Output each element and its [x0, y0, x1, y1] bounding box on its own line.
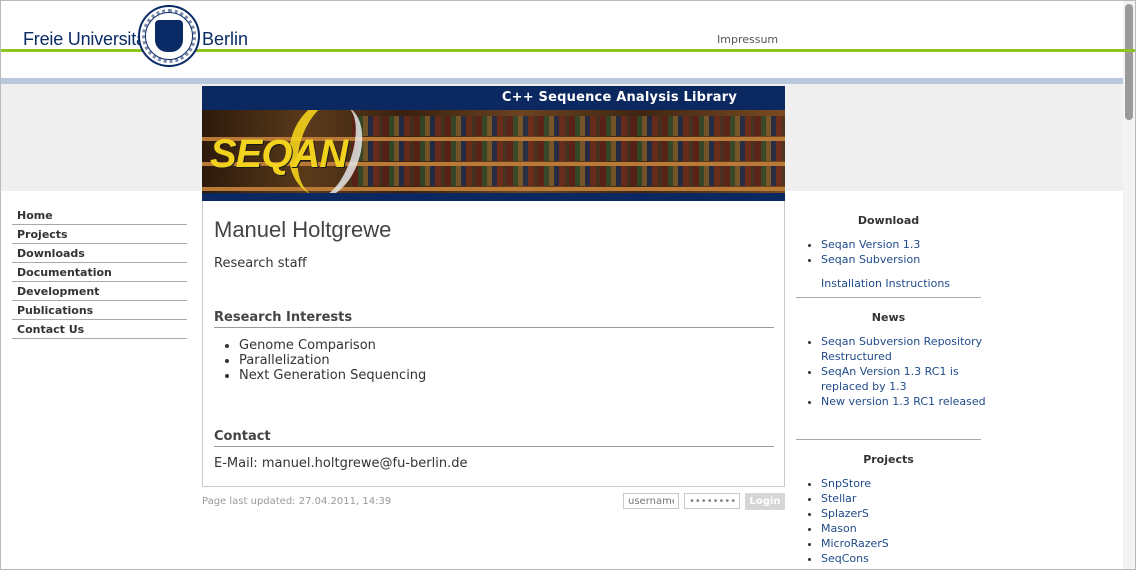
- download-link-subversion[interactable]: Seqan Subversion: [821, 253, 920, 266]
- page-frame: Freie Universität Berlin Impressum C++ S…: [0, 0, 1136, 570]
- nav-item-contact-us[interactable]: Contact Us: [12, 320, 187, 339]
- nav-item-home[interactable]: Home: [12, 206, 187, 225]
- university-name[interactable]: Freie Universität: [23, 29, 151, 50]
- project-link-microrazers[interactable]: MicroRazerS: [821, 537, 889, 550]
- project-link-seqcons[interactable]: SeqCons: [821, 552, 869, 565]
- page-title: Manuel Holtgrewe: [214, 217, 392, 242]
- banner-tagline: C++ Sequence Analysis Library: [501, 90, 737, 105]
- sidebar-divider: [796, 297, 981, 298]
- main-content: Manuel Holtgrewe Research staff Research…: [202, 201, 785, 487]
- university-city[interactable]: Berlin: [202, 29, 248, 50]
- project-link-mason[interactable]: Mason: [821, 522, 857, 535]
- seqan-banner[interactable]: C++ Sequence Analysis Library SEQAN: [202, 86, 785, 201]
- projects-title: Projects: [863, 453, 914, 466]
- news-link-rc1-released[interactable]: New version 1.3 RC1 released: [821, 395, 986, 408]
- news-link-rc1-replaced[interactable]: SeqAn Version 1.3 RC1 is replaced by 1.3: [821, 365, 959, 393]
- projects-list: SnpStore Stellar SplazerS Mason MicroRaz…: [801, 476, 986, 566]
- library-shelves-image: SEQAN: [202, 110, 785, 193]
- list-item: Genome Comparison: [239, 338, 426, 353]
- contact-email[interactable]: E-Mail: manuel.holtgrewe@fu-berlin.de: [214, 456, 467, 471]
- news-list: Seqan Subversion Repository Restructured…: [801, 334, 986, 409]
- seqan-logo: SEQAN: [210, 132, 348, 176]
- sidebar-divider: [796, 439, 981, 440]
- news-title: News: [871, 311, 906, 324]
- university-seal-icon[interactable]: [138, 5, 200, 67]
- password-input[interactable]: [684, 493, 740, 509]
- impressum-link[interactable]: Impressum: [717, 33, 778, 46]
- scrollbar-thumb[interactable]: [1125, 4, 1133, 120]
- list-item: Next Generation Sequencing: [239, 368, 426, 383]
- nav-item-documentation[interactable]: Documentation: [12, 263, 187, 282]
- contact-heading: Contact: [214, 429, 774, 447]
- project-link-splazers[interactable]: SplazerS: [821, 507, 869, 520]
- research-interests-list: Genome Comparison Parallelization Next G…: [214, 338, 426, 383]
- project-link-snpstore[interactable]: SnpStore: [821, 477, 871, 490]
- download-list: Seqan Version 1.3 Seqan Subversion: [801, 237, 986, 267]
- nav-item-projects[interactable]: Projects: [12, 225, 187, 244]
- last-updated-text: Page last updated: 27.04.2011, 14:39: [202, 496, 392, 507]
- left-navigation: Home Projects Downloads Documentation De…: [12, 206, 187, 339]
- research-interests-heading: Research Interests: [214, 310, 774, 328]
- download-link-seqan-1-3[interactable]: Seqan Version 1.3: [821, 238, 920, 251]
- nav-item-downloads[interactable]: Downloads: [12, 244, 187, 263]
- nav-item-publications[interactable]: Publications: [12, 301, 187, 320]
- project-link-stellar[interactable]: Stellar: [821, 492, 856, 505]
- vertical-scrollbar[interactable]: [1123, 1, 1135, 569]
- nav-item-development[interactable]: Development: [12, 282, 187, 301]
- username-input[interactable]: [623, 493, 679, 509]
- person-role: Research staff: [214, 256, 307, 271]
- news-link-subversion[interactable]: Seqan Subversion Repository Restructured: [821, 335, 982, 363]
- list-item: Parallelization: [239, 353, 426, 368]
- login-button[interactable]: Login: [745, 493, 785, 510]
- installation-instructions-link[interactable]: Installation Instructions: [821, 277, 950, 290]
- download-title: Download: [857, 214, 920, 227]
